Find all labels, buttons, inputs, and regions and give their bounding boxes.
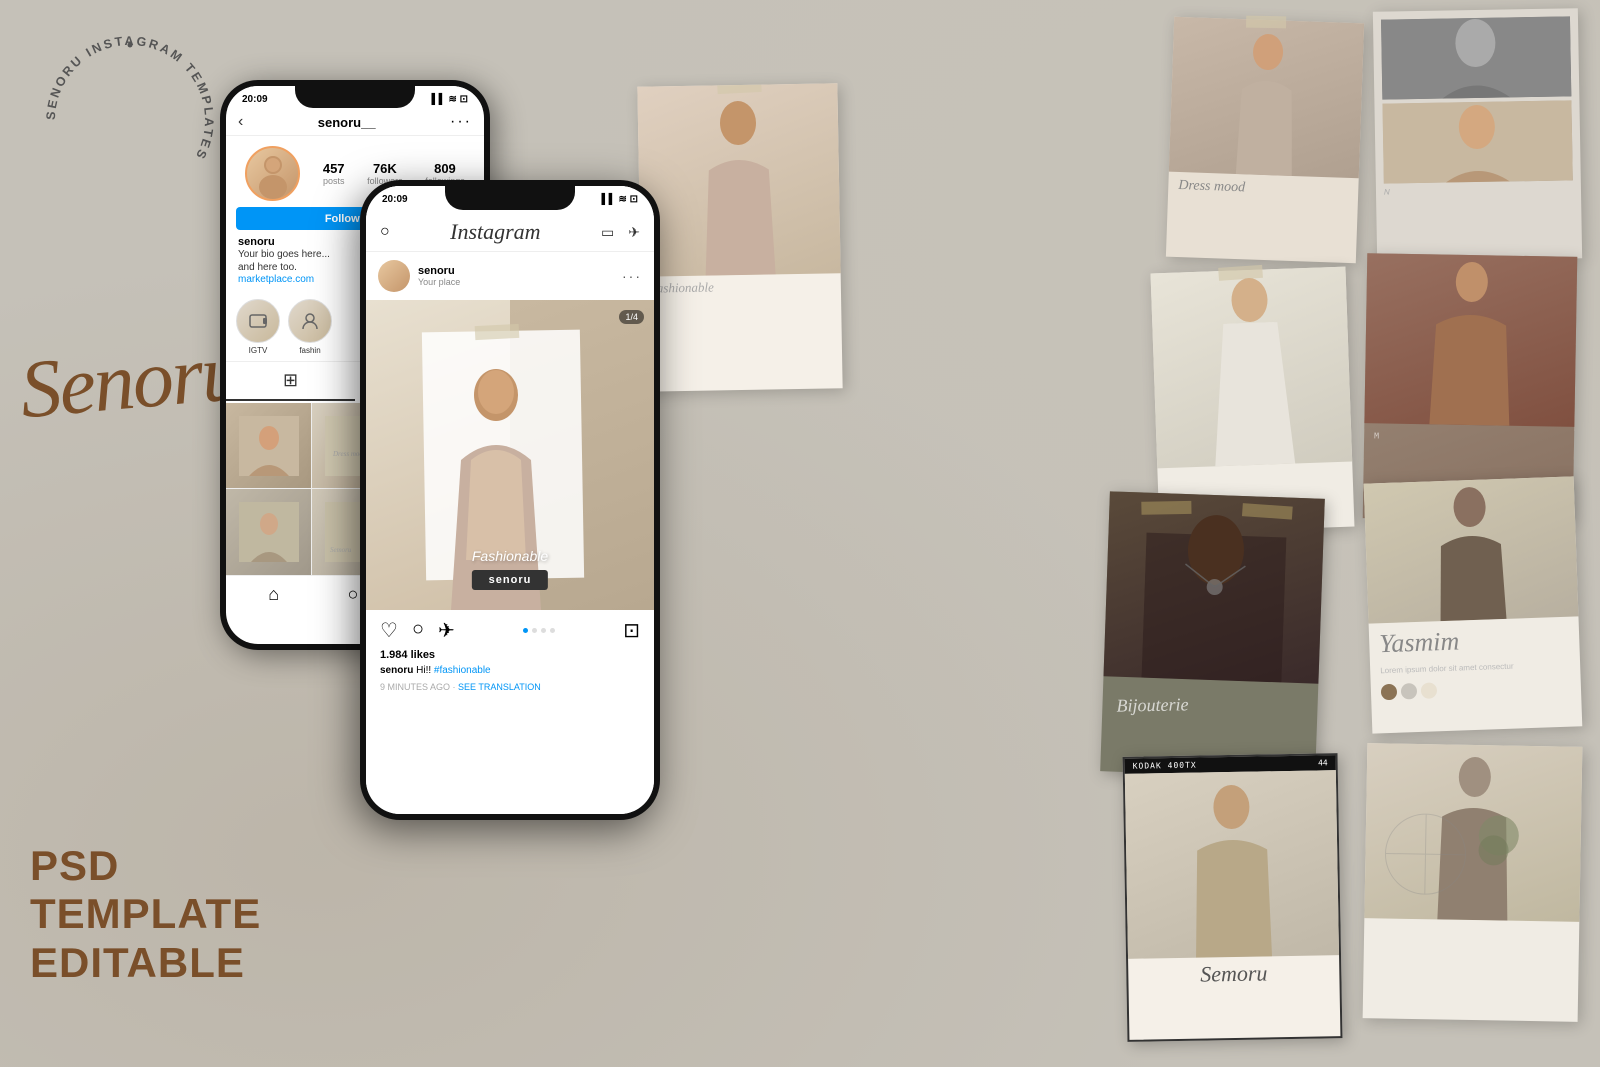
post-time: 9 MINUTES AGO · SEE TRANSLATION bbox=[366, 680, 654, 694]
profile-nav: ‹ senoru__ ··· bbox=[226, 109, 484, 136]
phone-notch-back bbox=[295, 80, 415, 108]
heart-icon[interactable]: ♡ bbox=[380, 618, 398, 643]
signal-icons-front: ▌▌ ≋ ⊡ bbox=[602, 194, 638, 205]
profile-menu-dots[interactable]: ··· bbox=[450, 113, 472, 131]
bookmark-icon[interactable]: ⊡ bbox=[623, 618, 640, 643]
phone-screen-front: 20:09 ▌▌ ≋ ⊡ ○ Instagram ▭ ✈ senoru Your… bbox=[366, 186, 654, 814]
kodak-label: KODAK 400TX bbox=[1133, 761, 1197, 771]
card-tr-caption: N bbox=[1376, 180, 1581, 201]
yasmim-label: Yasmim bbox=[1369, 616, 1580, 665]
card-dress-mood: Dress mood bbox=[1166, 17, 1364, 263]
card-yasmim-photo bbox=[1364, 476, 1579, 623]
back-arrow[interactable]: ‹ bbox=[238, 113, 243, 131]
post-location: Your place bbox=[418, 277, 622, 287]
phone-notch-front bbox=[445, 180, 575, 210]
card-earthy-photo bbox=[1364, 253, 1577, 427]
card-tr-photo-bottom bbox=[1382, 100, 1572, 183]
swatch-gray bbox=[1401, 683, 1418, 700]
highlight-circle-igtv bbox=[236, 299, 280, 343]
post-caption: senoru Hi!! #fashionable bbox=[366, 663, 654, 680]
time-back: 20:09 bbox=[242, 94, 268, 105]
card-earthy-label: M bbox=[1364, 423, 1574, 452]
svg-text:SENORU INSTAGRAM TEMPLATES: SENORU INSTAGRAM TEMPLATES bbox=[44, 34, 216, 163]
post-action-icons: ♡ ○ ✈ bbox=[380, 618, 455, 643]
kodak-photo bbox=[1125, 770, 1339, 959]
profile-avatar bbox=[245, 146, 300, 201]
card-kodak-film: KODAK 400TX 44 Semoru bbox=[1123, 753, 1343, 1042]
highlight-circle-fashin bbox=[288, 299, 332, 343]
see-translation[interactable]: SEE TRANSLATION bbox=[458, 682, 541, 692]
comment-icon[interactable]: ○ bbox=[412, 618, 424, 643]
stat-posts: 457 posts bbox=[323, 161, 345, 186]
post-menu-dots[interactable]: ··· bbox=[622, 268, 642, 284]
post-image-overlay: Fashionable senoru bbox=[472, 548, 548, 590]
highlight-label-igtv: IGTV bbox=[236, 346, 280, 355]
post-counter: 1/4 bbox=[619, 310, 644, 324]
share-icon[interactable]: ✈ bbox=[438, 618, 455, 643]
bijouterie-label: Bijouterie bbox=[1102, 682, 1318, 727]
feed-header: ○ Instagram ▭ ✈ bbox=[366, 209, 654, 252]
card-fashionable-large: Fashionable bbox=[637, 83, 842, 391]
post-username: senoru bbox=[418, 265, 622, 277]
card-top-right: N bbox=[1373, 8, 1582, 262]
dot-2 bbox=[532, 628, 537, 633]
highlight-igtv[interactable]: IGTV bbox=[236, 299, 280, 355]
post-fashionable-text: Fashionable bbox=[472, 548, 548, 564]
kodak-frame: 44 bbox=[1318, 758, 1328, 767]
camera-icon[interactable]: ○ bbox=[380, 223, 390, 241]
senoru-film-text: Semoru bbox=[1128, 955, 1340, 991]
dot-active bbox=[523, 628, 528, 633]
caption-text: Hi!! bbox=[416, 665, 434, 676]
brand-script-title: Senoru bbox=[17, 331, 244, 432]
search-icon[interactable]: ○ bbox=[347, 584, 358, 605]
feed-header-icons: ▭ ✈ bbox=[601, 224, 640, 241]
post-likes: 1.984 likes bbox=[366, 647, 654, 663]
dot-3 bbox=[541, 628, 546, 633]
caption-hashtag[interactable]: #fashionable bbox=[434, 665, 491, 676]
post-user-info: senoru Your place bbox=[418, 265, 622, 287]
post-actions: ♡ ○ ✈ ⊡ bbox=[366, 610, 654, 647]
caption-username: senoru bbox=[380, 665, 413, 676]
tab-grid[interactable]: ⊞ bbox=[226, 362, 355, 401]
card-dress-mood-photo bbox=[1169, 17, 1364, 179]
card-fashionable-photo bbox=[637, 83, 840, 276]
fashionable-label: Fashionable bbox=[641, 273, 841, 300]
post-senoru-badge: senoru bbox=[472, 570, 548, 590]
tape-fashionable bbox=[717, 83, 762, 94]
time-front: 20:09 bbox=[382, 194, 408, 205]
tape-dress-mood bbox=[1246, 16, 1286, 29]
home-icon[interactable]: ⌂ bbox=[268, 584, 279, 605]
profile-username: senoru__ bbox=[318, 115, 376, 130]
highlight-fashin[interactable]: fashin bbox=[288, 299, 332, 355]
photo-cell-4[interactable] bbox=[226, 489, 311, 574]
swatch-cream bbox=[1421, 683, 1438, 700]
swatch-brown bbox=[1381, 684, 1398, 701]
dot-4 bbox=[550, 628, 555, 633]
card-tr-photo-top bbox=[1381, 16, 1571, 99]
circular-brand-text: SENORU INSTAGRAM TEMPLATES bbox=[30, 20, 230, 220]
highlight-label-fashin: fashin bbox=[288, 346, 332, 355]
photo-cell-1[interactable] bbox=[226, 403, 311, 488]
card-abstract bbox=[1363, 743, 1583, 1022]
psd-template-label: PSD TEMPLATE EDITABLE bbox=[30, 842, 261, 987]
instagram-logo: Instagram bbox=[450, 219, 540, 245]
post-avatar bbox=[378, 260, 410, 292]
card-yasmim: Yasmim Lorem ipsum dolor sit amet consec… bbox=[1364, 476, 1583, 733]
post-dots-indicator bbox=[523, 628, 555, 633]
senoru-film-label: Semoru bbox=[1128, 955, 1340, 991]
signal-icons-back: ▌▌ ≋ ⊡ bbox=[432, 94, 468, 105]
tv-icon[interactable]: ▭ bbox=[601, 224, 614, 241]
card-bijouterie-photo bbox=[1103, 491, 1324, 683]
card-white-photo bbox=[1151, 267, 1353, 469]
phone-feed: 20:09 ▌▌ ≋ ⊡ ○ Instagram ▭ ✈ senoru Your… bbox=[360, 180, 660, 820]
send-icon[interactable]: ✈ bbox=[628, 224, 640, 241]
post-image: 1/4 Fashionable senoru bbox=[366, 300, 654, 610]
card-bijouterie: Bijouterie bbox=[1100, 491, 1325, 778]
post-header: senoru Your place ··· bbox=[366, 252, 654, 300]
svg-text:Semoru: Semoru bbox=[330, 546, 352, 554]
